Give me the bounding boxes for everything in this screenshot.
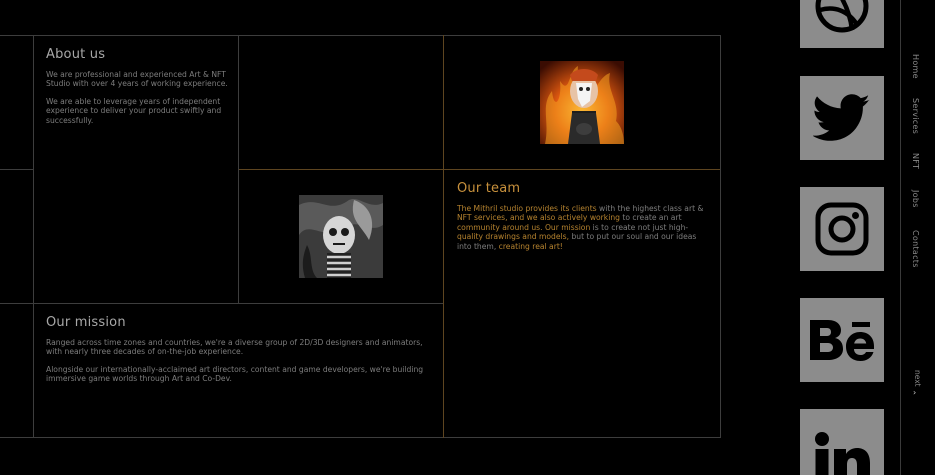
team-text-3: is to create not just high-	[590, 222, 689, 232]
team-text-2: to create an art	[619, 213, 682, 223]
next-button[interactable]: next	[913, 370, 922, 387]
grid-line-col-3	[443, 35, 444, 438]
twitter-icon	[813, 94, 870, 141]
team-text-highlight-3: community around us. Our mission	[457, 222, 591, 232]
grid-line-bottom	[0, 437, 721, 438]
about-paragraph-2: We are able to leverage years of indepen…	[46, 97, 222, 125]
nft-artwork-grayscale	[299, 195, 383, 278]
linkedin-icon	[815, 432, 870, 475]
instagram-icon	[815, 202, 869, 256]
nav-home[interactable]: Home	[911, 54, 920, 79]
nft-artwork-fire	[540, 61, 624, 144]
about-title: About us	[46, 47, 106, 62]
grid-line-col-2	[238, 35, 239, 304]
nav-nft[interactable]: NFT	[911, 153, 920, 169]
instagram-link[interactable]	[800, 187, 884, 271]
grid-line-col-1	[33, 35, 34, 438]
linkedin-link[interactable]	[800, 409, 884, 475]
nav-contacts[interactable]: Contacts	[911, 230, 920, 268]
team-text-1: with the highest class art &	[596, 204, 704, 213]
mission-title: Our mission	[46, 315, 126, 330]
nav-services[interactable]: Services	[911, 98, 920, 134]
mission-paragraph-1: Ranged across time zones and countries, …	[46, 338, 423, 357]
team-text-highlight-4: quality drawings and models,	[457, 232, 570, 242]
grid-line-top	[0, 35, 721, 36]
team-paragraph: The Mithril studio provides its clients …	[457, 204, 705, 251]
dribbble-icon	[815, 0, 869, 33]
grid-line-col-4	[720, 35, 721, 438]
team-text-highlight-1: The Mithril studio provides its clients	[457, 204, 597, 213]
dribbble-link[interactable]	[800, 0, 884, 48]
team-title: Our team	[457, 181, 521, 196]
chevron-right-icon: ›	[913, 388, 917, 397]
mission-paragraph-2: Alongside our internationally-acclaimed …	[46, 365, 424, 384]
team-text-highlight-5: creating real art!	[498, 241, 563, 251]
about-paragraph-1: We are professional and experienced Art …	[46, 70, 228, 89]
grid-line-row-1-right	[238, 169, 721, 170]
twitter-link[interactable]	[800, 76, 884, 160]
behance-link[interactable]	[800, 298, 884, 382]
grid-line-row-1	[0, 169, 33, 170]
nav-jobs[interactable]: Jobs	[911, 190, 920, 208]
grid-line-row-2	[0, 303, 444, 304]
team-text-highlight-2: NFT services, and we also actively worki…	[457, 213, 620, 223]
behance-icon	[810, 320, 874, 361]
